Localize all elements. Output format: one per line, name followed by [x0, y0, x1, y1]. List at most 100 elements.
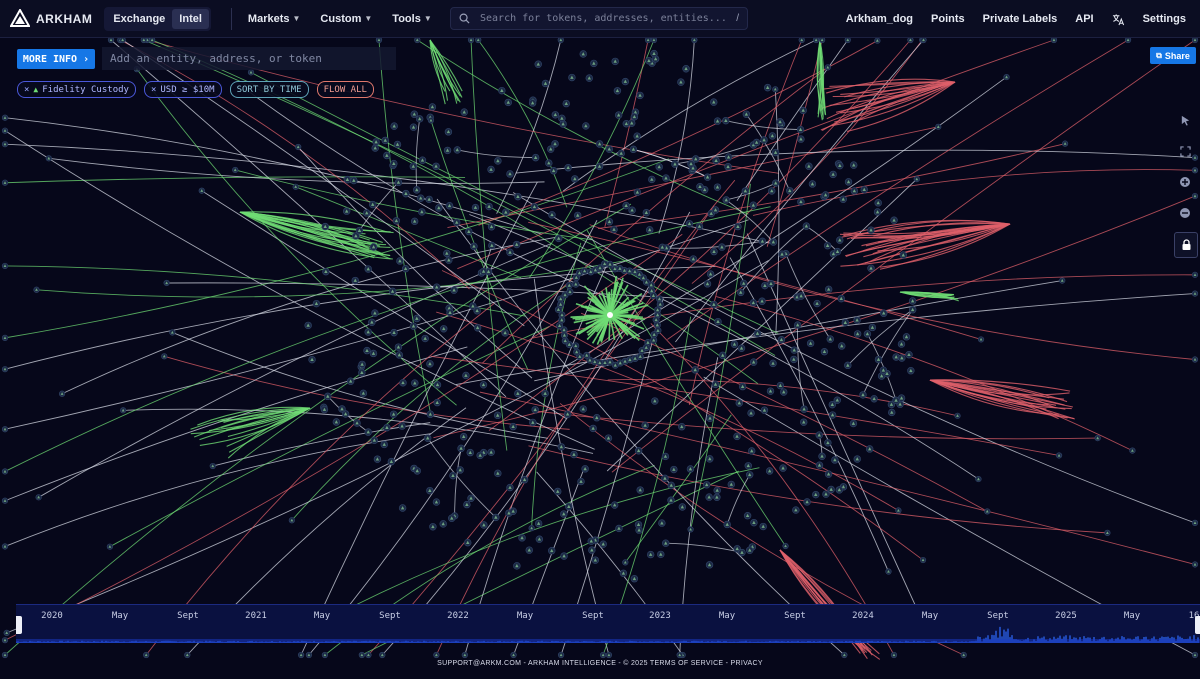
address-node[interactable]: [487, 448, 495, 456]
address-node[interactable]: [636, 91, 644, 100]
address-node[interactable]: [466, 448, 474, 457]
address-node[interactable]: [363, 346, 371, 355]
address-node[interactable]: [841, 651, 848, 659]
flow-edge[interactable]: [4, 143, 774, 245]
address-node[interactable]: [646, 226, 654, 234]
address-node[interactable]: [595, 140, 604, 148]
address-node[interactable]: [563, 410, 572, 418]
address-node[interactable]: [463, 500, 471, 509]
flow-edge[interactable]: [633, 148, 708, 178]
address-node[interactable]: [654, 306, 662, 314]
address-node[interactable]: [824, 439, 832, 447]
address-node[interactable]: [634, 447, 643, 455]
address-node[interactable]: [566, 288, 574, 296]
address-node[interactable]: [722, 196, 730, 204]
address-node[interactable]: [475, 36, 482, 44]
address-node[interactable]: [514, 389, 522, 398]
address-node[interactable]: [433, 381, 442, 389]
address-node[interactable]: [387, 457, 396, 466]
address-node[interactable]: [119, 36, 126, 44]
address-node[interactable]: [591, 556, 600, 564]
address-node[interactable]: [350, 176, 358, 185]
address-node[interactable]: [655, 163, 663, 171]
address-node[interactable]: [836, 161, 844, 170]
address-node[interactable]: [418, 156, 427, 164]
address-node[interactable]: [820, 347, 829, 356]
address-node[interactable]: [761, 281, 769, 290]
address-node[interactable]: [733, 432, 741, 441]
address-node[interactable]: [417, 194, 425, 202]
address-node[interactable]: [583, 351, 591, 359]
address-node[interactable]: [604, 434, 613, 442]
address-node[interactable]: [678, 423, 686, 431]
address-node[interactable]: [860, 185, 868, 194]
address-node[interactable]: [389, 410, 398, 418]
address-node[interactable]: [879, 366, 888, 374]
address-node[interactable]: [1191, 356, 1199, 363]
address-node[interactable]: [1191, 651, 1199, 659]
address-node[interactable]: [453, 146, 461, 154]
address-node[interactable]: [571, 175, 579, 183]
remove-filter-icon[interactable]: ×: [151, 85, 156, 95]
address-node[interactable]: [435, 204, 443, 212]
address-node[interactable]: [1, 426, 9, 433]
address-node[interactable]: [572, 280, 580, 288]
address-node[interactable]: [554, 487, 562, 496]
address-node[interactable]: [617, 149, 625, 158]
address-node[interactable]: [418, 208, 426, 216]
address-node[interactable]: [1, 334, 9, 341]
address-node[interactable]: [885, 568, 892, 575]
global-search[interactable]: /: [450, 7, 748, 30]
address-node[interactable]: [777, 336, 786, 344]
address-node[interactable]: [1059, 277, 1066, 284]
address-node[interactable]: [622, 201, 630, 210]
flow-edge[interactable]: [431, 355, 1060, 456]
flow-edge[interactable]: [4, 158, 670, 339]
address-node[interactable]: [870, 395, 878, 403]
address-node[interactable]: [605, 218, 614, 226]
address-node[interactable]: [58, 390, 66, 397]
timeline-end-handle[interactable]: [1195, 616, 1200, 634]
nav-tools[interactable]: Tools ▼: [392, 13, 431, 25]
address-node[interactable]: [908, 297, 917, 305]
address-node[interactable]: [462, 371, 470, 380]
address-node[interactable]: [772, 86, 779, 93]
address-node[interactable]: [629, 145, 638, 154]
address-node[interactable]: [907, 367, 915, 375]
address-node[interactable]: [457, 444, 465, 453]
address-node[interactable]: [351, 276, 359, 285]
address-node[interactable]: [730, 340, 739, 348]
address-node[interactable]: [579, 405, 587, 413]
address-node[interactable]: [828, 411, 837, 419]
address-node[interactable]: [247, 69, 255, 76]
address-node[interactable]: [799, 106, 807, 115]
address-node[interactable]: [797, 135, 805, 143]
address-node[interactable]: [388, 287, 397, 296]
address-node[interactable]: [676, 651, 683, 659]
flow-edge[interactable]: [415, 118, 421, 190]
address-node[interactable]: [1050, 36, 1058, 44]
address-node[interactable]: [833, 396, 841, 404]
address-node[interactable]: [461, 651, 468, 659]
flow-edge[interactable]: [665, 542, 743, 553]
address-node[interactable]: [413, 467, 421, 475]
address-node[interactable]: [797, 292, 805, 300]
address-node[interactable]: [381, 136, 389, 145]
address-node[interactable]: [425, 195, 433, 204]
address-node[interactable]: [410, 217, 419, 226]
address-node[interactable]: [1129, 447, 1136, 454]
address-node[interactable]: [671, 160, 679, 168]
address-node[interactable]: [572, 342, 580, 350]
address-node[interactable]: [402, 189, 410, 198]
nav-markets[interactable]: Markets ▼: [248, 13, 301, 25]
address-node[interactable]: [506, 248, 514, 257]
address-node[interactable]: [479, 267, 488, 276]
address-node[interactable]: [662, 539, 670, 547]
address-node[interactable]: [513, 562, 521, 570]
address-node[interactable]: [599, 540, 607, 548]
address-node[interactable]: [759, 522, 767, 531]
address-node[interactable]: [541, 79, 550, 88]
address-node[interactable]: [712, 156, 720, 165]
address-node[interactable]: [599, 651, 607, 659]
mode-exchange[interactable]: Exchange: [106, 9, 172, 29]
